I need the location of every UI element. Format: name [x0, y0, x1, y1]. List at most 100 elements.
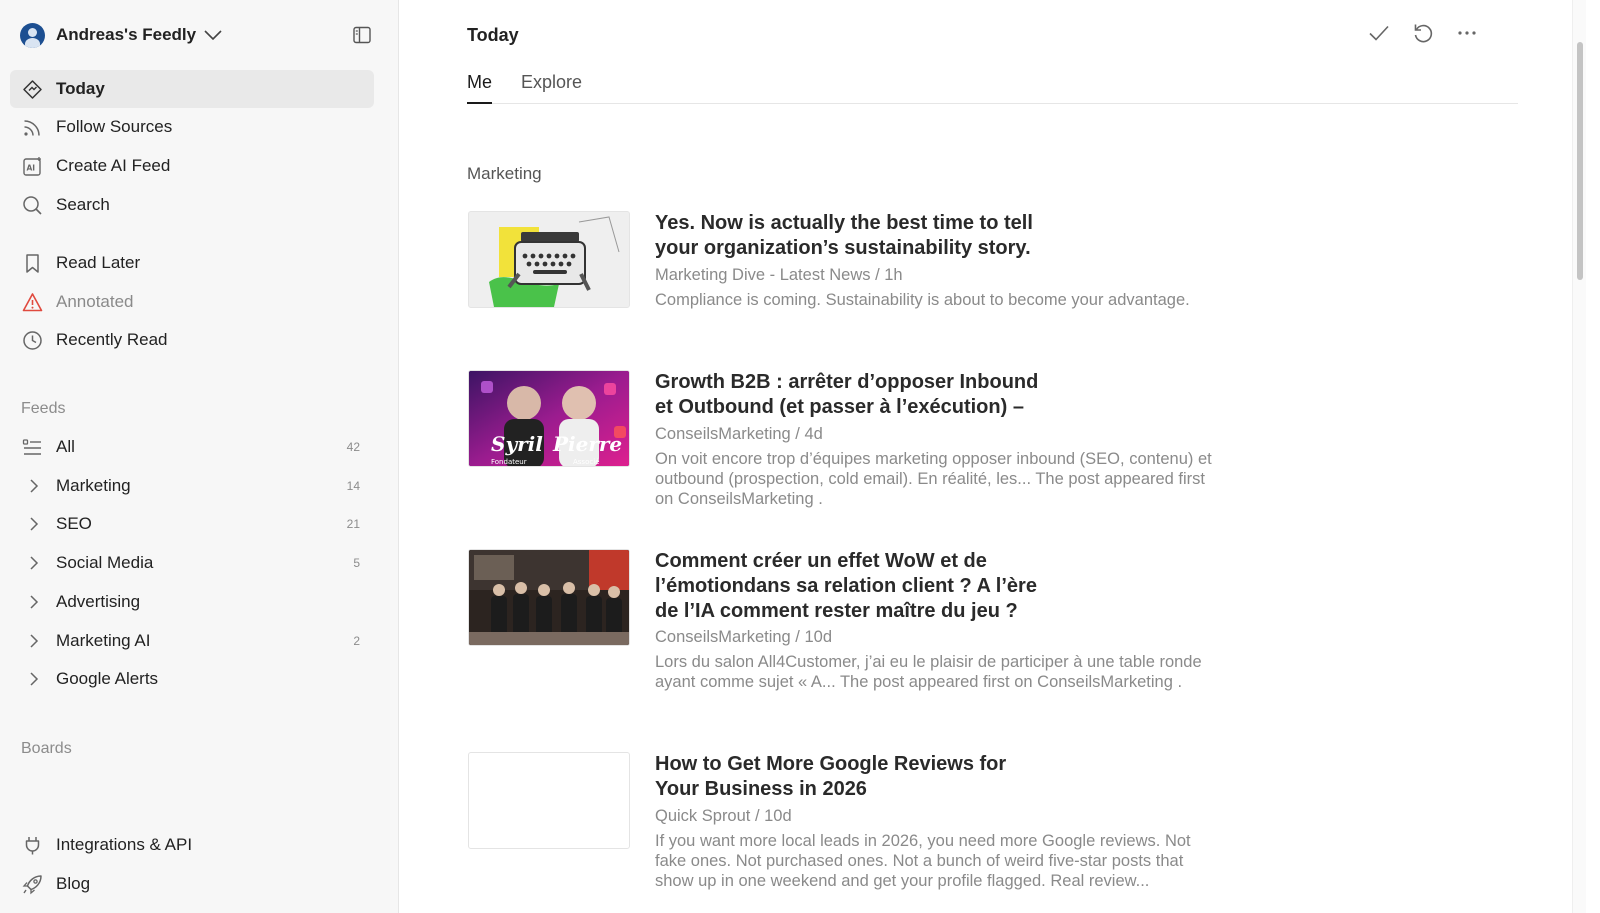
main-content: Today Me Explore Marketing Yes. Now is a… — [400, 0, 1586, 913]
feed-item-marketing-ai[interactable]: Marketing AI 2 — [10, 622, 374, 660]
mark-as-read-button[interactable] — [1367, 23, 1391, 47]
article-title[interactable]: Growth B2B : arrêter d’opposer Inbound e… — [655, 370, 1055, 420]
unread-count: 2 — [353, 634, 360, 648]
article-summary: On voit encore trop d’équipes marketing … — [655, 450, 1212, 508]
sidebar-item-follow-sources[interactable]: Follow Sources — [10, 108, 374, 146]
article-card[interactable]: Syril Pierre Fondateur Associé Growth B2… — [467, 370, 1467, 510]
feed-item-advertising[interactable]: Advertising — [10, 583, 374, 621]
article-card[interactable]: Yes. Now is actually the best time to te… — [467, 211, 1467, 331]
sidebar-item-recently-read[interactable]: Recently Read — [10, 321, 374, 359]
search-icon — [22, 195, 43, 216]
sidebar-item-label: Annotated — [56, 292, 134, 311]
sidebar-item-today[interactable]: Today — [10, 70, 374, 108]
chevron-right-icon[interactable] — [28, 479, 40, 493]
feed-label: All — [56, 437, 75, 456]
article-summary: Lors du salon All4Customer, j’ai eu le p… — [655, 653, 1202, 691]
ellipsis-icon — [1456, 22, 1478, 49]
bookmark-icon — [22, 253, 43, 274]
thumbnail-role-right: Associé — [573, 458, 599, 466]
sidebar-item-annotated[interactable]: Annotated — [10, 283, 374, 321]
page-title: Today — [467, 25, 519, 45]
account-switcher[interactable]: Andreas's Feedly — [20, 22, 222, 48]
feed-group-title: Marketing — [467, 164, 542, 183]
tab-explore[interactable]: Explore — [521, 72, 582, 104]
svg-text:AI: AI — [27, 164, 36, 173]
account-name: Andreas's Feedly — [56, 25, 197, 44]
refresh-icon — [1412, 22, 1434, 49]
article-card[interactable]: How to Get More Google Reviews for Your … — [467, 752, 1467, 902]
chevron-right-icon[interactable] — [28, 517, 40, 531]
tab-bar: Me Explore — [467, 70, 1518, 104]
sidebar-toggle-icon[interactable] — [353, 26, 371, 44]
boards-section-title: Boards — [21, 740, 72, 757]
unread-count: 21 — [346, 517, 360, 531]
unread-count: 14 — [346, 479, 360, 493]
article-meta: ConseilsMarketing / 10d — [655, 628, 833, 646]
sidebar-item-label: Create AI Feed — [56, 156, 171, 175]
feed-item-seo[interactable]: SEO 21 — [10, 505, 374, 543]
check-icon — [1368, 22, 1390, 49]
sidebar-item-label: Search — [56, 195, 110, 214]
article-thumbnail: Syril Pierre Fondateur Associé — [468, 370, 630, 467]
list-icon — [22, 437, 43, 458]
sidebar-item-label: Follow Sources — [56, 117, 173, 136]
sidebar-item-label: Blog — [56, 874, 91, 893]
feed-item-google-alerts[interactable]: Google Alerts — [10, 660, 374, 698]
article-thumbnail — [468, 752, 630, 849]
sidebar-item-label: Read Later — [56, 253, 141, 272]
thumbnail-name-right: Pierre — [552, 432, 622, 456]
article-thumbnail — [468, 549, 630, 646]
sidebar-item-label: Today — [56, 79, 105, 98]
article-meta: Quick Sprout / 10d — [655, 807, 792, 825]
chevron-right-icon[interactable] — [28, 556, 40, 570]
unread-count: 42 — [346, 440, 360, 454]
chevron-right-icon[interactable] — [28, 672, 40, 686]
article-summary: Compliance is coming. Sustainability is … — [655, 291, 1190, 309]
sidebar-item-blog[interactable]: Blog — [10, 865, 374, 903]
feed-label: Marketing AI — [56, 631, 151, 650]
article-meta: ConseilsMarketing / 4d — [655, 425, 823, 443]
article-title[interactable]: Comment créer un effet WoW et de l’émoti… — [655, 549, 1055, 624]
feed-label: Marketing — [56, 476, 131, 495]
feed-label: Advertising — [56, 592, 141, 611]
ai-feed-icon: AI — [22, 156, 43, 177]
feed-item-marketing[interactable]: Marketing 14 — [10, 467, 374, 505]
clock-icon — [22, 330, 43, 351]
chevron-down-icon — [204, 30, 222, 40]
thumbnail-role-left: Fondateur — [491, 458, 527, 466]
sidebar-item-create-ai-feed[interactable]: AI Create AI Feed — [10, 147, 374, 185]
refresh-button[interactable] — [1411, 23, 1435, 47]
scrollbar-thumb[interactable] — [1577, 42, 1583, 280]
article-summary: If you want more local leads in 2026, yo… — [655, 832, 1191, 890]
scrollbar[interactable] — [1572, 0, 1586, 913]
sidebar-item-read-later[interactable]: Read Later — [10, 244, 374, 282]
plug-icon — [22, 835, 43, 856]
thumbnail-name-left: Syril — [491, 432, 543, 456]
feed-label: Social Media — [56, 553, 154, 572]
article-meta: Marketing Dive - Latest News / 1h — [655, 266, 903, 284]
unread-count: 5 — [353, 556, 360, 570]
avatar — [20, 22, 45, 48]
rss-icon — [22, 117, 43, 138]
sidebar-item-search[interactable]: Search — [10, 186, 374, 224]
feed-item-social-media[interactable]: Social Media 5 — [10, 544, 374, 582]
article-title[interactable]: Yes. Now is actually the best time to te… — [655, 211, 1055, 261]
feed-label: SEO — [56, 514, 92, 533]
tab-me[interactable]: Me — [467, 72, 493, 104]
feed-item-all[interactable]: All 42 — [10, 428, 374, 466]
feeds-section-title: Feeds — [21, 400, 66, 417]
chevron-right-icon[interactable] — [28, 634, 40, 648]
feed-label: Google Alerts — [56, 669, 159, 688]
sidebar-item-integrations[interactable]: Integrations & API — [10, 826, 374, 864]
sidebar-item-label: Integrations & API — [56, 835, 193, 854]
article-card[interactable]: Comment créer un effet WoW et de l’émoti… — [467, 549, 1467, 714]
rocket-icon — [22, 874, 43, 895]
article-title[interactable]: How to Get More Google Reviews for Your … — [655, 752, 1055, 802]
more-options-button[interactable] — [1455, 23, 1479, 47]
sidebar-item-label: Recently Read — [56, 330, 168, 349]
article-thumbnail — [468, 211, 630, 308]
warning-icon — [22, 292, 43, 313]
today-icon — [22, 79, 43, 100]
chevron-right-icon[interactable] — [28, 595, 40, 609]
sidebar: Andreas's Feedly Today Follow Sources AI… — [0, 0, 399, 913]
